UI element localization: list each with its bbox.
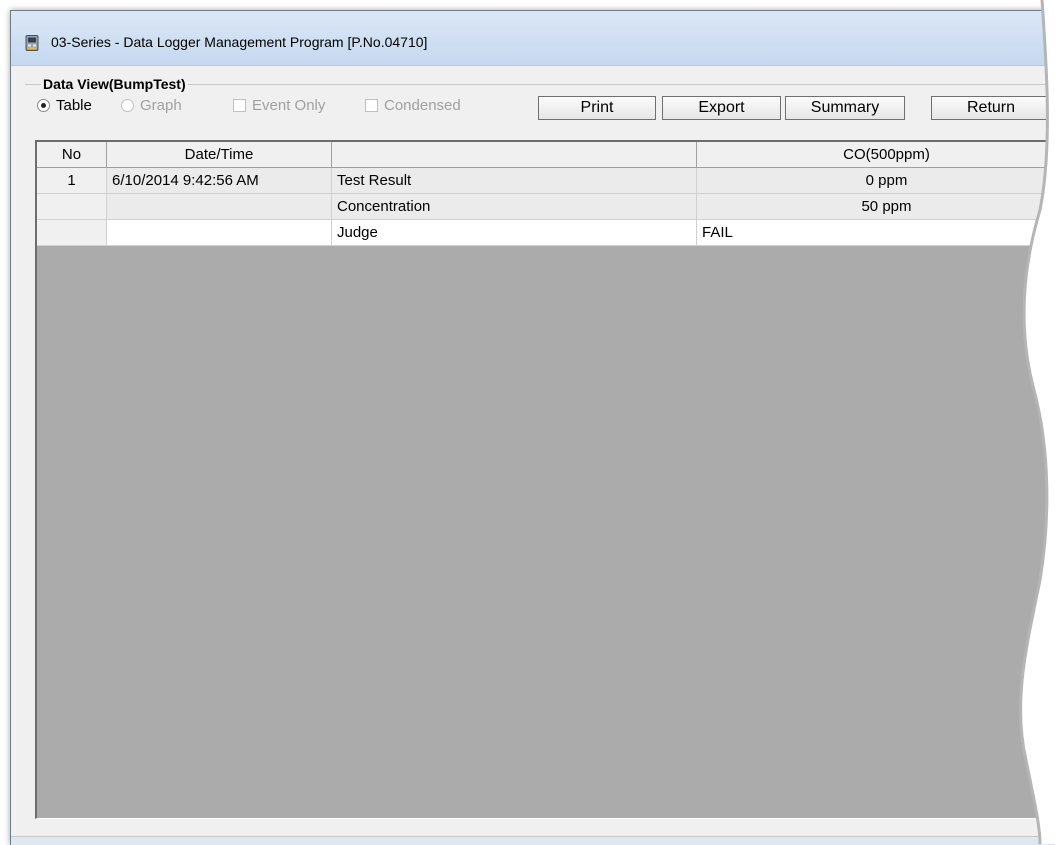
checkbox-icon [233, 99, 246, 112]
graph-radio-label: Graph [140, 97, 182, 114]
condensed-checkbox[interactable]: Condensed [365, 97, 461, 114]
summary-button[interactable]: Summary [785, 96, 905, 120]
export-button[interactable]: Export [662, 96, 781, 120]
title-bar[interactable]: 03-Series - Data Logger Management Progr… [11, 11, 1055, 66]
data-view-group-title: Data View(BumpTest) [41, 76, 188, 92]
row-no-cell [37, 194, 107, 220]
datetime-cell: 6/10/2014 9:42:56 AM [107, 168, 332, 194]
table-radio-label: Table [56, 97, 92, 114]
checkbox-icon [365, 99, 378, 112]
logger-device-icon [25, 35, 39, 51]
event-only-label: Event Only [252, 97, 326, 114]
co-value-cell: 0 ppm [697, 168, 1055, 194]
app-window: 03-Series - Data Logger Management Progr… [10, 10, 1055, 845]
table-row[interactable]: Judge FAIL [37, 220, 1055, 246]
table-row[interactable]: Concentration 50 ppm [37, 194, 1055, 220]
item-cell: Test Result [332, 168, 697, 194]
print-button[interactable]: Print [538, 96, 656, 120]
table-radio[interactable]: Table [37, 97, 92, 114]
datetime-cell [107, 220, 332, 246]
client-area: Data View(BumpTest) Table Graph Event On… [17, 66, 1055, 835]
data-grid[interactable]: No Date/Time CO(500ppm) 1 6/10/2014 9:42… [35, 140, 1055, 819]
radio-unselected-icon [121, 99, 134, 112]
event-only-checkbox[interactable]: Event Only [233, 97, 325, 114]
column-header-no[interactable]: No [37, 142, 107, 168]
row-no-cell [37, 220, 107, 246]
row-no-cell: 1 [37, 168, 107, 194]
window-title: 03-Series - Data Logger Management Progr… [51, 34, 428, 50]
return-button[interactable]: Return [931, 96, 1051, 120]
condensed-label: Condensed [384, 97, 461, 114]
datetime-cell [107, 194, 332, 220]
co-value-cell: FAIL [697, 220, 1055, 246]
graph-radio[interactable]: Graph [121, 97, 182, 114]
radio-selected-icon [37, 99, 50, 112]
co-value-cell: 50 ppm [697, 194, 1055, 220]
item-cell: Concentration [332, 194, 697, 220]
column-header-datetime[interactable]: Date/Time [107, 142, 332, 168]
column-header-co[interactable]: CO(500ppm) [697, 142, 1055, 168]
table-row[interactable]: 1 6/10/2014 9:42:56 AM Test Result 0 ppm [37, 168, 1055, 194]
column-header-item[interactable] [332, 142, 697, 168]
grid-header-row: No Date/Time CO(500ppm) [37, 142, 1055, 168]
item-cell: Judge [332, 220, 697, 246]
